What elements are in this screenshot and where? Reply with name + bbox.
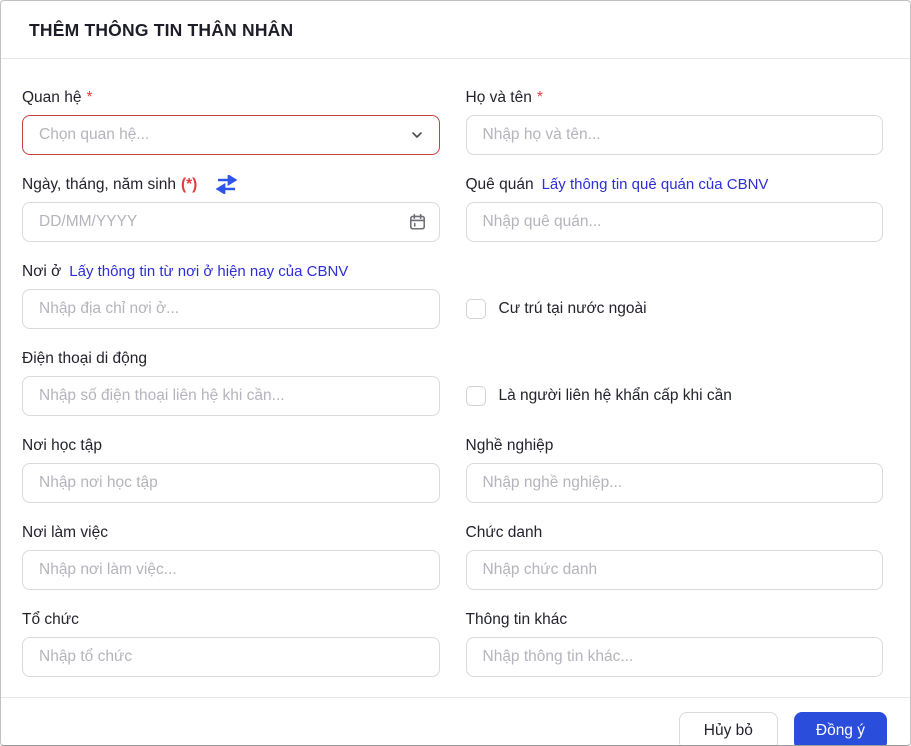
calendar-icon[interactable] — [408, 213, 427, 232]
swap-horizontal-icon[interactable] — [215, 175, 238, 194]
field-lien-he-khan-cap: Là người liên hệ khẩn cấp khi cần — [466, 349, 884, 416]
field-chuc-danh: Chức danh — [466, 523, 884, 590]
ho-va-ten-input[interactable] — [466, 115, 884, 155]
field-cu-tru-nuoc-ngoai: Cư trú tại nước ngoài — [466, 262, 884, 329]
dialog-header: THÊM THÔNG TIN THÂN NHÂN — [1, 1, 910, 59]
dialog-body: Quan hệ * Chọn quan hệ... Họ và tên * — [1, 59, 910, 697]
form-row-3: Nơi ở Lấy thông tin từ nơi ở hiện nay củ… — [22, 262, 883, 329]
ngay-sinh-input[interactable] — [22, 202, 440, 242]
que-quan-copy-link[interactable]: Lấy thông tin quê quán của CBNV — [542, 175, 769, 194]
chevron-down-icon — [409, 127, 425, 143]
thong-tin-khac-label: Thông tin khác — [466, 610, 568, 629]
to-chuc-label: Tổ chức — [22, 610, 79, 629]
noi-o-label: Nơi ở — [22, 262, 61, 281]
field-dien-thoai: Điện thoại di động — [22, 349, 440, 416]
quan-he-select-placeholder: Chọn quan hệ... — [39, 126, 149, 144]
field-nghe-nghiep: Nghề nghiệp — [466, 436, 884, 503]
confirm-button[interactable]: Đồng ý — [794, 712, 887, 746]
field-noi-lam-viec: Nơi làm việc — [22, 523, 440, 590]
field-thong-tin-khac: Thông tin khác — [466, 610, 884, 677]
form-row-6: Nơi làm việc Chức danh — [22, 523, 883, 590]
form-row-2: Ngày, tháng, năm sinh (*) — [22, 175, 883, 242]
field-ho-va-ten: Họ và tên * — [466, 88, 884, 155]
ngay-sinh-label: Ngày, tháng, năm sinh — [22, 175, 176, 194]
required-asterisk: * — [86, 88, 92, 107]
form-row-1: Quan hệ * Chọn quan hệ... Họ và tên * — [22, 88, 883, 155]
dialog-footer: Hủy bỏ Đồng ý — [1, 697, 910, 746]
field-ngay-sinh: Ngày, tháng, năm sinh (*) — [22, 175, 440, 242]
ho-va-ten-label: Họ và tên — [466, 88, 532, 107]
chuc-danh-input[interactable] — [466, 550, 884, 590]
lien-he-khan-cap-label: Là người liên hệ khẩn cấp khi cần — [499, 387, 732, 405]
noi-lam-viec-input[interactable] — [22, 550, 440, 590]
to-chuc-input[interactable] — [22, 637, 440, 677]
dien-thoai-input[interactable] — [22, 376, 440, 416]
field-noi-o: Nơi ở Lấy thông tin từ nơi ở hiện nay củ… — [22, 262, 440, 329]
nghe-nghiep-label: Nghề nghiệp — [466, 436, 554, 455]
noi-lam-viec-label: Nơi làm việc — [22, 523, 108, 542]
field-quan-he: Quan hệ * Chọn quan hệ... — [22, 88, 440, 155]
dien-thoai-label: Điện thoại di động — [22, 349, 147, 368]
add-relative-dialog: THÊM THÔNG TIN THÂN NHÂN Quan hệ * Chọn … — [0, 0, 911, 746]
field-to-chuc: Tổ chức — [22, 610, 440, 677]
que-quan-label: Quê quán — [466, 175, 534, 194]
lien-he-khan-cap-checkbox-row[interactable]: Là người liên hệ khẩn cấp khi cần — [466, 386, 884, 406]
noi-hoc-tap-label: Nơi học tập — [22, 436, 102, 455]
checkbox-icon[interactable] — [466, 299, 486, 319]
form-row-7: Tổ chức Thông tin khác — [22, 610, 883, 677]
que-quan-input[interactable] — [466, 202, 884, 242]
cu-tru-nuoc-ngoai-checkbox-row[interactable]: Cư trú tại nước ngoài — [466, 299, 884, 319]
required-asterisk: (*) — [181, 175, 197, 194]
checkbox-icon[interactable] — [466, 386, 486, 406]
chuc-danh-label: Chức danh — [466, 523, 543, 542]
form-row-5: Nơi học tập Nghề nghiệp — [22, 436, 883, 503]
form-row-4: Điện thoại di động Là người liên hệ khẩn… — [22, 349, 883, 416]
noi-o-input[interactable] — [22, 289, 440, 329]
noi-hoc-tap-input[interactable] — [22, 463, 440, 503]
field-noi-hoc-tap: Nơi học tập — [22, 436, 440, 503]
field-que-quan: Quê quán Lấy thông tin quê quán của CBNV — [466, 175, 884, 242]
page-title: THÊM THÔNG TIN THÂN NHÂN — [29, 20, 882, 41]
thong-tin-khac-input[interactable] — [466, 637, 884, 677]
cancel-button[interactable]: Hủy bỏ — [679, 712, 778, 746]
quan-he-label: Quan hệ — [22, 88, 81, 107]
noi-o-copy-link[interactable]: Lấy thông tin từ nơi ở hiện nay của CBNV — [69, 262, 348, 281]
required-asterisk: * — [537, 88, 543, 107]
cu-tru-nuoc-ngoai-label: Cư trú tại nước ngoài — [499, 300, 647, 318]
nghe-nghiep-input[interactable] — [466, 463, 884, 503]
quan-he-select[interactable]: Chọn quan hệ... — [22, 115, 440, 155]
